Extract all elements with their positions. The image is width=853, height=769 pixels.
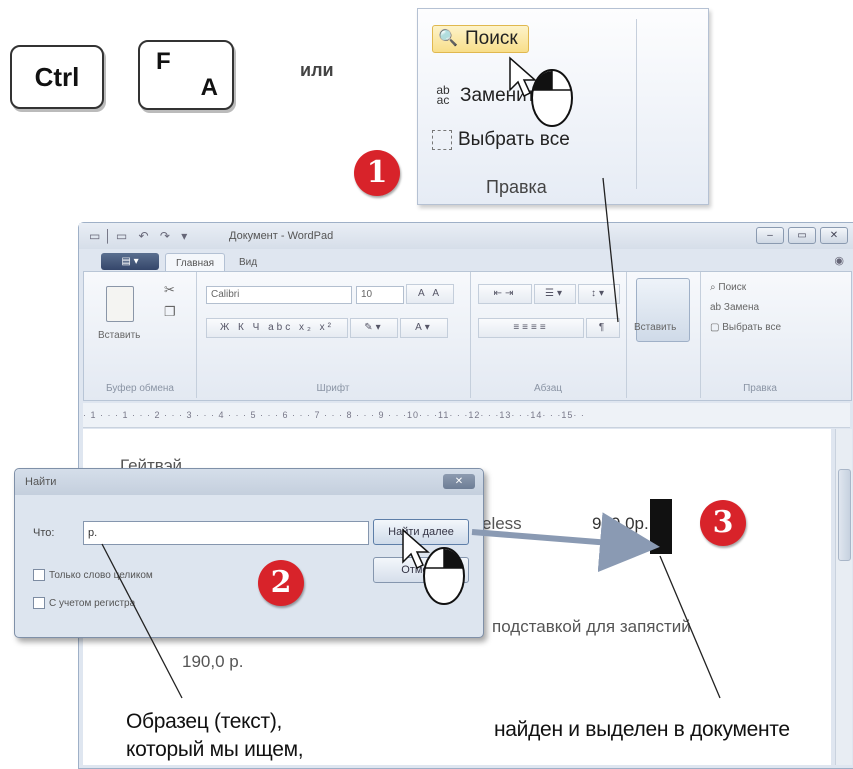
ribbon-search-label: Поиск bbox=[718, 282, 747, 293]
grow-shrink-font-buttons[interactable]: A A bbox=[406, 284, 454, 304]
cancel-button[interactable]: Отмена bbox=[373, 557, 469, 583]
edit-group: ⌕ Поиск ab Замена ▢ Выбрать все Правка bbox=[700, 272, 820, 398]
match-case-checkbox[interactable]: С учетом регистра bbox=[33, 597, 135, 609]
find-next-button[interactable]: Найти далее bbox=[373, 519, 469, 545]
caption-sample: Образец (текст), который мы ищем, bbox=[126, 708, 304, 764]
doc-price-2: 190,0 р. bbox=[182, 652, 244, 671]
match-case-label: С учетом регистра bbox=[49, 597, 136, 609]
ruler[interactable]: · 1 · · · 1 · · · 2 · · · 3 · · · 4 · · … bbox=[83, 403, 850, 428]
found-selection-highlight bbox=[650, 499, 672, 554]
paragraph-group-label: Абзац bbox=[533, 383, 563, 394]
replace-label: Заменить bbox=[460, 85, 546, 106]
quick-access-toolbar[interactable]: ▭│▭ ↶ ↷ ▾ bbox=[89, 229, 191, 243]
close-button[interactable]: ✕ bbox=[820, 227, 848, 244]
font-size-combo[interactable]: 10 bbox=[356, 286, 404, 304]
paste-icon[interactable] bbox=[106, 286, 134, 322]
ribbon-replace-label: Замена bbox=[723, 302, 760, 313]
find-dialog-close-button[interactable]: ✕ bbox=[443, 474, 475, 489]
indent-buttons[interactable]: ⇤⇥ bbox=[478, 284, 532, 304]
font-style-buttons[interactable]: Ж К Ч abc x₂ x² bbox=[206, 318, 348, 338]
clipboard-group: Вставить ✂ ❐ Буфер обмена bbox=[84, 272, 197, 398]
whole-word-checkbox-box[interactable] bbox=[33, 569, 45, 581]
select-all-icon bbox=[432, 130, 452, 150]
caption-found: найден и выделен в документе bbox=[494, 718, 790, 741]
help-icon[interactable]: ◉ bbox=[834, 254, 844, 267]
find-what-input[interactable]: р. bbox=[83, 521, 369, 545]
ribbon-select-all-button[interactable]: ▢ Выбрать все bbox=[710, 322, 781, 333]
font-name-combo[interactable]: Calibri bbox=[206, 286, 352, 304]
line-spacing-button[interactable]: ↕▾ bbox=[578, 284, 620, 304]
ribbon: Вставить ✂ ❐ Буфер обмена Calibri 10 A A… bbox=[83, 271, 852, 401]
list-button[interactable]: ☰▾ bbox=[534, 284, 576, 304]
title-bar: ▭│▭ ↶ ↷ ▾ Документ - WordPad – ▭ ✕ bbox=[79, 223, 853, 249]
replace-button[interactable]: ab ac Заменить bbox=[432, 83, 546, 107]
tab-home[interactable]: Главная bbox=[165, 253, 226, 273]
a-key-label: A bbox=[200, 74, 218, 101]
find-what-label: Что: bbox=[33, 527, 55, 539]
step-3-badge: 3 bbox=[700, 500, 746, 546]
doc-line-3-tail: подставкой для запястий bbox=[492, 617, 691, 636]
font-group: Calibri 10 A A Ж К Ч abc x₂ x² ✎▾ A▾ Шри… bbox=[196, 272, 471, 398]
whole-word-label: Только слово целиком bbox=[49, 569, 153, 581]
group-separator bbox=[636, 19, 637, 189]
replace-icon: ab ac bbox=[436, 83, 450, 107]
file-menu-button[interactable]: ▤ ▾ bbox=[101, 253, 159, 270]
ctrl-key: Ctrl bbox=[10, 45, 104, 109]
find-dialog-title: Найти bbox=[25, 476, 57, 488]
scrollbar-thumb[interactable] bbox=[838, 469, 851, 561]
binoculars-icon: 🔍 bbox=[438, 30, 458, 47]
minimize-button[interactable]: – bbox=[756, 227, 784, 244]
step-1-badge: 1 bbox=[354, 150, 400, 196]
paste-label: Вставить bbox=[98, 330, 141, 341]
copy-icon[interactable]: ❐ bbox=[164, 304, 176, 320]
search-label: Поиск bbox=[465, 28, 518, 49]
ribbon-select-all-label: Выбрать все bbox=[722, 322, 782, 333]
maximize-button[interactable]: ▭ bbox=[788, 227, 816, 244]
select-all-button[interactable]: Выбрать все bbox=[432, 129, 570, 151]
vertical-scrollbar[interactable] bbox=[835, 429, 852, 765]
f-key-label: F bbox=[156, 48, 171, 75]
paragraph-button[interactable]: ¶ bbox=[586, 318, 620, 338]
doc-price-1: 990,0р. bbox=[592, 514, 649, 533]
ribbon-tabs: ▤ ▾ Главная Вид ◉ bbox=[79, 250, 853, 273]
insert-group: Вставить bbox=[626, 272, 701, 398]
paragraph-group: ⇤⇥ ☰▾ ↕▾ ≡≡≡≡ ¶ Абзац bbox=[470, 272, 627, 398]
edit-group-label: Правка bbox=[486, 177, 547, 197]
whole-word-checkbox[interactable]: Только слово целиком bbox=[33, 569, 153, 581]
caption-sample-line-1: Образец (текст), bbox=[126, 710, 283, 733]
match-case-checkbox-box[interactable] bbox=[33, 597, 45, 609]
find-dialog: Найти ✕ Что: р. Найти далее Отмена Тольк… bbox=[14, 468, 484, 638]
insert-object-label: Вставить bbox=[634, 322, 677, 333]
ribbon-search-button[interactable]: ⌕ Поиск bbox=[710, 282, 746, 293]
doc-line-2-tail: eless bbox=[482, 514, 522, 533]
tab-view[interactable]: Вид bbox=[229, 253, 267, 272]
or-text: или bbox=[300, 60, 334, 80]
caption-sample-line-2: который мы ищем, bbox=[126, 738, 304, 761]
select-all-label: Выбрать все bbox=[458, 129, 570, 150]
edit-group-label-small: Правка bbox=[743, 383, 777, 394]
highlight-color-button[interactable]: ✎▾ bbox=[350, 318, 398, 338]
search-button[interactable]: 🔍 Поиск bbox=[432, 25, 529, 53]
find-dialog-title-bar: Найти ✕ bbox=[15, 469, 483, 495]
alignment-buttons[interactable]: ≡≡≡≡ bbox=[478, 318, 584, 338]
window-title: Документ - WordPad bbox=[229, 230, 334, 242]
font-group-label: Шрифт bbox=[316, 383, 350, 394]
step-2-badge: 2 bbox=[258, 560, 304, 606]
ribbon-replace-button[interactable]: ab Замена bbox=[710, 302, 759, 313]
font-color-button[interactable]: A▾ bbox=[400, 318, 448, 338]
edit-group-zoom: 🔍 Поиск ab ac Заменить Выбрать все Правка bbox=[417, 8, 709, 205]
clipboard-group-label: Буфер обмена bbox=[106, 383, 174, 394]
cut-icon[interactable]: ✂ bbox=[164, 282, 175, 298]
f-key: F A bbox=[138, 40, 234, 110]
